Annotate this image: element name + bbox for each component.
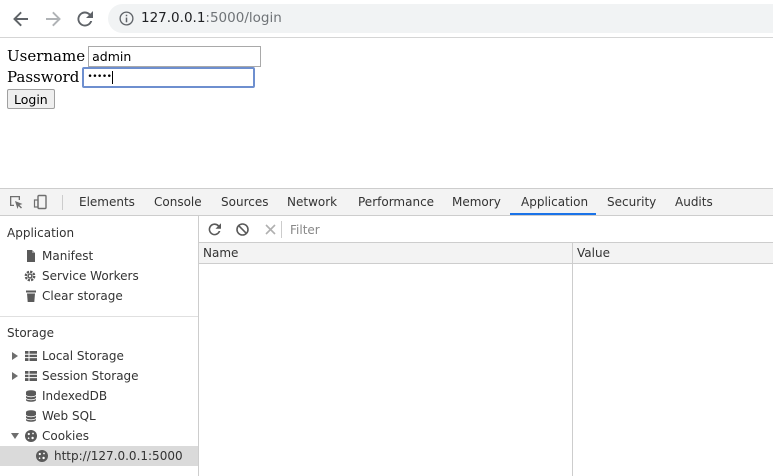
sidebar-item-manifest[interactable]: Manifest xyxy=(0,246,198,266)
back-arrow-icon[interactable] xyxy=(9,7,33,31)
toolbar-separator xyxy=(281,221,282,238)
expand-arrow-icon[interactable] xyxy=(12,352,18,360)
url-text: 127.0.0.1:5000/login xyxy=(141,10,282,26)
tab-elements[interactable]: Elements xyxy=(79,189,135,215)
column-divider[interactable] xyxy=(572,243,573,476)
tab-memory[interactable]: Memory xyxy=(452,189,501,215)
database-icon xyxy=(25,390,37,402)
username-label: Username xyxy=(7,47,86,65)
tabbar-separator xyxy=(62,195,63,210)
storage-section-header: Storage xyxy=(7,326,54,340)
login-button[interactable]: Login xyxy=(7,89,55,109)
sidebar-divider xyxy=(0,316,198,317)
address-bar[interactable]: 127.0.0.1:5000/login xyxy=(108,4,773,33)
device-toolbar-icon[interactable] xyxy=(33,194,49,210)
inspect-element-icon[interactable] xyxy=(8,194,24,210)
active-tab-indicator xyxy=(510,213,596,215)
devtools-panel: Elements Console Sources Network Perform… xyxy=(0,188,773,476)
tab-audits[interactable]: Audits xyxy=(675,189,713,215)
application-sidebar: Application Manifest Service Workers Cle… xyxy=(0,216,199,476)
sidebar-item-label: IndexedDB xyxy=(42,389,108,403)
sidebar-item-label: Session Storage xyxy=(42,369,139,383)
browser-toolbar: 127.0.0.1:5000/login xyxy=(0,0,773,38)
collapse-arrow-icon[interactable] xyxy=(11,433,19,439)
username-row: Username admin xyxy=(7,45,262,67)
password-label: Password xyxy=(7,68,80,86)
sidebar-item-cookies[interactable]: Cookies xyxy=(0,426,198,446)
trash-icon xyxy=(26,290,36,302)
gear-icon xyxy=(24,270,36,282)
table-grid-icon xyxy=(25,371,37,381)
devtools-tabbar: Elements Console Sources Network Perform… xyxy=(0,189,773,216)
forward-arrow-icon[interactable] xyxy=(41,7,65,31)
refresh-icon[interactable] xyxy=(207,222,222,237)
cookies-table-header: Name Value xyxy=(199,243,773,264)
cookie-icon xyxy=(36,450,48,462)
document-icon xyxy=(27,250,35,262)
url-path: :5000/login xyxy=(205,10,282,26)
tab-sources[interactable]: Sources xyxy=(221,189,268,215)
tab-console[interactable]: Console xyxy=(154,189,202,215)
password-input[interactable]: ••••• xyxy=(82,66,256,88)
reload-icon[interactable] xyxy=(73,7,97,31)
sidebar-item-web-sql[interactable]: Web SQL xyxy=(0,406,198,426)
sidebar-item-indexeddb[interactable]: IndexedDB xyxy=(0,386,198,406)
application-section-header: Application xyxy=(7,226,75,240)
filter-input[interactable] xyxy=(286,219,766,240)
tab-application[interactable]: Application xyxy=(521,189,588,215)
sidebar-item-label: Manifest xyxy=(42,249,94,263)
cookies-pane: Name Value xyxy=(199,216,773,476)
sidebar-item-clear-storage[interactable]: Clear storage xyxy=(0,286,198,306)
sidebar-item-label: Service Workers xyxy=(42,269,139,283)
tab-security[interactable]: Security xyxy=(607,189,656,215)
tab-network[interactable]: Network xyxy=(287,189,337,215)
sidebar-item-service-workers[interactable]: Service Workers xyxy=(0,266,198,286)
password-row: Password ••••• xyxy=(7,66,256,88)
clear-all-icon[interactable] xyxy=(235,222,250,237)
sidebar-item-label: Local Storage xyxy=(42,349,124,363)
delete-selected-icon[interactable] xyxy=(263,222,278,237)
expand-arrow-icon[interactable] xyxy=(12,372,18,380)
text-caret xyxy=(112,70,114,84)
sidebar-item-local-storage[interactable]: Local Storage xyxy=(0,346,198,366)
info-icon[interactable] xyxy=(119,11,134,26)
column-header-value[interactable]: Value xyxy=(577,246,610,260)
cookies-toolbar xyxy=(199,216,773,243)
sidebar-item-label: Cookies xyxy=(42,429,89,443)
username-value: admin xyxy=(92,48,132,64)
username-input[interactable]: admin xyxy=(88,45,262,67)
cookie-icon xyxy=(25,430,37,442)
login-page: Username admin Password ••••• Login xyxy=(0,38,773,188)
sidebar-item-session-storage[interactable]: Session Storage xyxy=(0,366,198,386)
sidebar-item-label: http://127.0.0.1:5000 xyxy=(54,449,183,463)
sidebar-item-label: Clear storage xyxy=(42,289,123,303)
password-value: ••••• xyxy=(87,72,112,82)
sidebar-item-label: Web SQL xyxy=(42,409,96,423)
database-icon xyxy=(25,410,37,422)
column-header-name[interactable]: Name xyxy=(203,246,238,260)
tab-performance[interactable]: Performance xyxy=(358,189,434,215)
sidebar-item-cookie-origin[interactable]: http://127.0.0.1:5000 xyxy=(0,446,198,466)
table-grid-icon xyxy=(25,351,37,361)
url-host: 127.0.0.1 xyxy=(141,10,206,26)
